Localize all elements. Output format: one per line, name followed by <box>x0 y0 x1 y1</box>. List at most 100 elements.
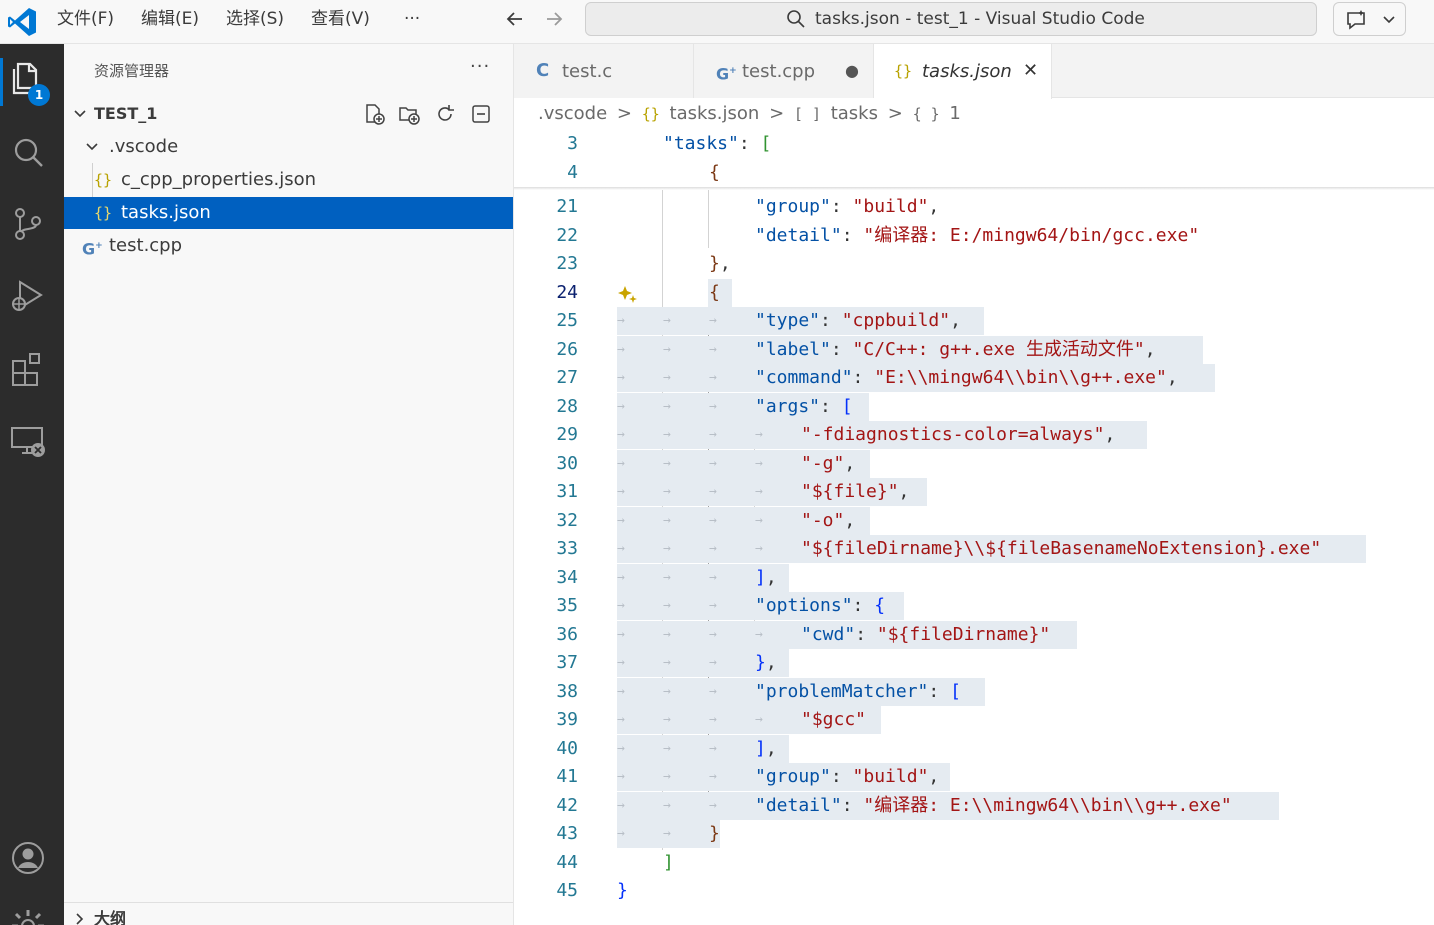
tab-tasks-json[interactable]: {} tasks.json ✕ <box>874 44 1052 99</box>
code-line: 36 → → → → "cwd": "${fileDirname}" <box>514 621 1434 649</box>
new-file-icon[interactable] <box>363 103 385 125</box>
code-line: 37 → → → }, <box>514 649 1434 677</box>
tab-arrow-icon: → <box>617 570 625 585</box>
code-line: 32 → → → → "-o", <box>514 507 1434 535</box>
tab-label: test.cpp <box>742 61 816 82</box>
line-code: "command": "E:\\mingw64\\bin\\g++.exe", <box>755 367 1178 388</box>
tab-label: tasks.json <box>922 61 1012 82</box>
unsaved-dot-icon[interactable]: ● <box>845 44 859 98</box>
line-number: 4 <box>567 162 578 183</box>
line-number: 25 <box>556 310 578 331</box>
c-file-icon: C <box>536 60 550 81</box>
file-test-cpp[interactable]: G+ test.cpp <box>64 230 513 262</box>
menu-selection[interactable]: 选择(S) <box>226 0 284 44</box>
menu-view[interactable]: 查看(V) <box>311 0 370 44</box>
code-line: 45 } <box>514 877 1434 905</box>
file-c-cpp-properties[interactable]: {} c_cpp_properties.json <box>64 164 513 196</box>
line-number: 42 <box>556 795 578 816</box>
tab-arrow-icon: → <box>709 513 717 528</box>
cpp-file-icon: G+ <box>716 64 737 84</box>
menu-edit[interactable]: 编辑(E) <box>141 0 199 44</box>
settings-gear-icon[interactable] <box>8 906 48 925</box>
remote-explorer-icon[interactable] <box>8 420 48 460</box>
tab-test-c[interactable]: C test.c <box>514 44 694 98</box>
tab-arrow-icon: → <box>709 570 717 585</box>
tab-arrow-icon: → <box>617 627 625 642</box>
code-line: 31 → → → → "${file}", <box>514 478 1434 506</box>
line-code: "cwd": "${fileDirname}" <box>801 624 1051 645</box>
tab-arrow-icon: → <box>663 313 671 328</box>
breadcrumb-item[interactable]: 1 <box>949 103 960 124</box>
extensions-icon[interactable] <box>8 348 48 388</box>
tab-arrow-icon: → <box>663 484 671 499</box>
line-number: 33 <box>556 538 578 559</box>
new-folder-icon[interactable] <box>398 103 420 125</box>
sticky-scroll-shadow <box>514 187 1434 190</box>
tab-arrow-icon: → <box>663 513 671 528</box>
chevron-right-icon: > <box>769 103 785 124</box>
line-code: "detail": "编译器: E:\\mingw64\\bin\\g++.ex… <box>755 795 1232 816</box>
folder-vscode[interactable]: .vscode <box>64 131 513 163</box>
tab-arrow-icon: → <box>617 313 625 328</box>
breadcrumb-tasks[interactable]: tasks <box>831 103 878 124</box>
file-label: c_cpp_properties.json <box>121 169 317 190</box>
line-code: } <box>617 880 628 901</box>
tab-arrow-icon: → <box>663 370 671 385</box>
close-icon[interactable]: ✕ <box>1023 44 1038 98</box>
line-code: "problemMatcher": [ <box>755 681 961 702</box>
menu-more[interactable]: ··· <box>404 0 420 44</box>
file-tasks-json[interactable]: {} tasks.json <box>64 197 513 229</box>
line-number: 34 <box>556 567 578 588</box>
chat-button[interactable] <box>1333 2 1406 36</box>
tab-test-cpp[interactable]: G+ test.cpp ● <box>694 44 874 98</box>
search-icon[interactable] <box>8 132 48 172</box>
collapse-all-icon[interactable] <box>470 103 492 125</box>
explorer-sidebar: 资源管理器 ··· TEST_1 .vscode {} c_cpp_proper <box>64 44 514 925</box>
code-line: 33 → → → → "${fileDirname}\\${fileBasenameN… <box>514 535 1434 563</box>
back-arrow-icon[interactable] <box>502 6 528 32</box>
tab-arrow-icon: → <box>663 655 671 670</box>
account-icon[interactable] <box>8 838 48 878</box>
breadcrumb-file[interactable]: tasks.json <box>670 103 760 124</box>
breadcrumb: .vscode > {} tasks.json > [ ] tasks > { … <box>538 100 965 128</box>
vscode-logo-icon[interactable] <box>6 6 38 38</box>
code-line: 28 → → → "args": [ <box>514 393 1434 421</box>
file-label: test.cpp <box>109 235 183 256</box>
code-line: 22 "detail": "编译器: E:/mingw64/bin/gcc.ex… <box>514 222 1434 250</box>
tab-arrow-icon: → <box>709 484 717 499</box>
line-number: 39 <box>556 709 578 730</box>
line-code: "$gcc" <box>801 709 867 730</box>
menu-file[interactable]: 文件(F) <box>57 0 114 44</box>
tab-arrow-icon: → <box>617 798 625 813</box>
run-debug-icon[interactable] <box>8 276 48 316</box>
tab-label: test.c <box>562 61 613 82</box>
line-code: "type": "cppbuild", <box>755 310 961 331</box>
tab-arrow-icon: → <box>663 712 671 727</box>
tab-arrow-icon: → <box>663 826 671 841</box>
line-number: 44 <box>556 852 578 873</box>
outline-section[interactable]: 大纲 <box>64 902 513 925</box>
chevron-down-icon <box>86 143 98 151</box>
forward-arrow-icon[interactable] <box>541 6 567 32</box>
json-file-icon: {} <box>641 105 660 123</box>
line-number: 29 <box>556 424 578 445</box>
sparkle-icon[interactable] <box>617 283 639 305</box>
tab-arrow-icon: → <box>663 627 671 642</box>
sidebar-more-button[interactable]: ··· <box>470 56 490 77</box>
command-center[interactable]: tasks.json - test_1 - Visual Studio Code <box>585 2 1317 36</box>
workspace-header[interactable]: TEST_1 <box>64 98 513 130</box>
refresh-icon[interactable] <box>434 103 456 125</box>
line-code: "args": [ <box>755 396 853 417</box>
code-editor[interactable]: 3 "tasks": [ 4 { 21 "group": "build", 22… <box>514 130 1434 925</box>
tab-arrow-icon: → <box>709 399 717 414</box>
source-control-icon[interactable] <box>8 204 48 244</box>
tab-arrow-icon: → <box>617 484 625 499</box>
chevron-right-icon: > <box>616 103 632 124</box>
line-number: 35 <box>556 595 578 616</box>
chevron-down-icon <box>1383 16 1395 24</box>
line-code: }, <box>755 652 777 673</box>
editor-tabs: C test.c G+ test.cpp ● {} tasks.json ✕ <box>514 44 1434 99</box>
code-line: 44 ] <box>514 849 1434 877</box>
line-number: 32 <box>556 510 578 531</box>
breadcrumb-folder[interactable]: .vscode <box>538 103 607 124</box>
